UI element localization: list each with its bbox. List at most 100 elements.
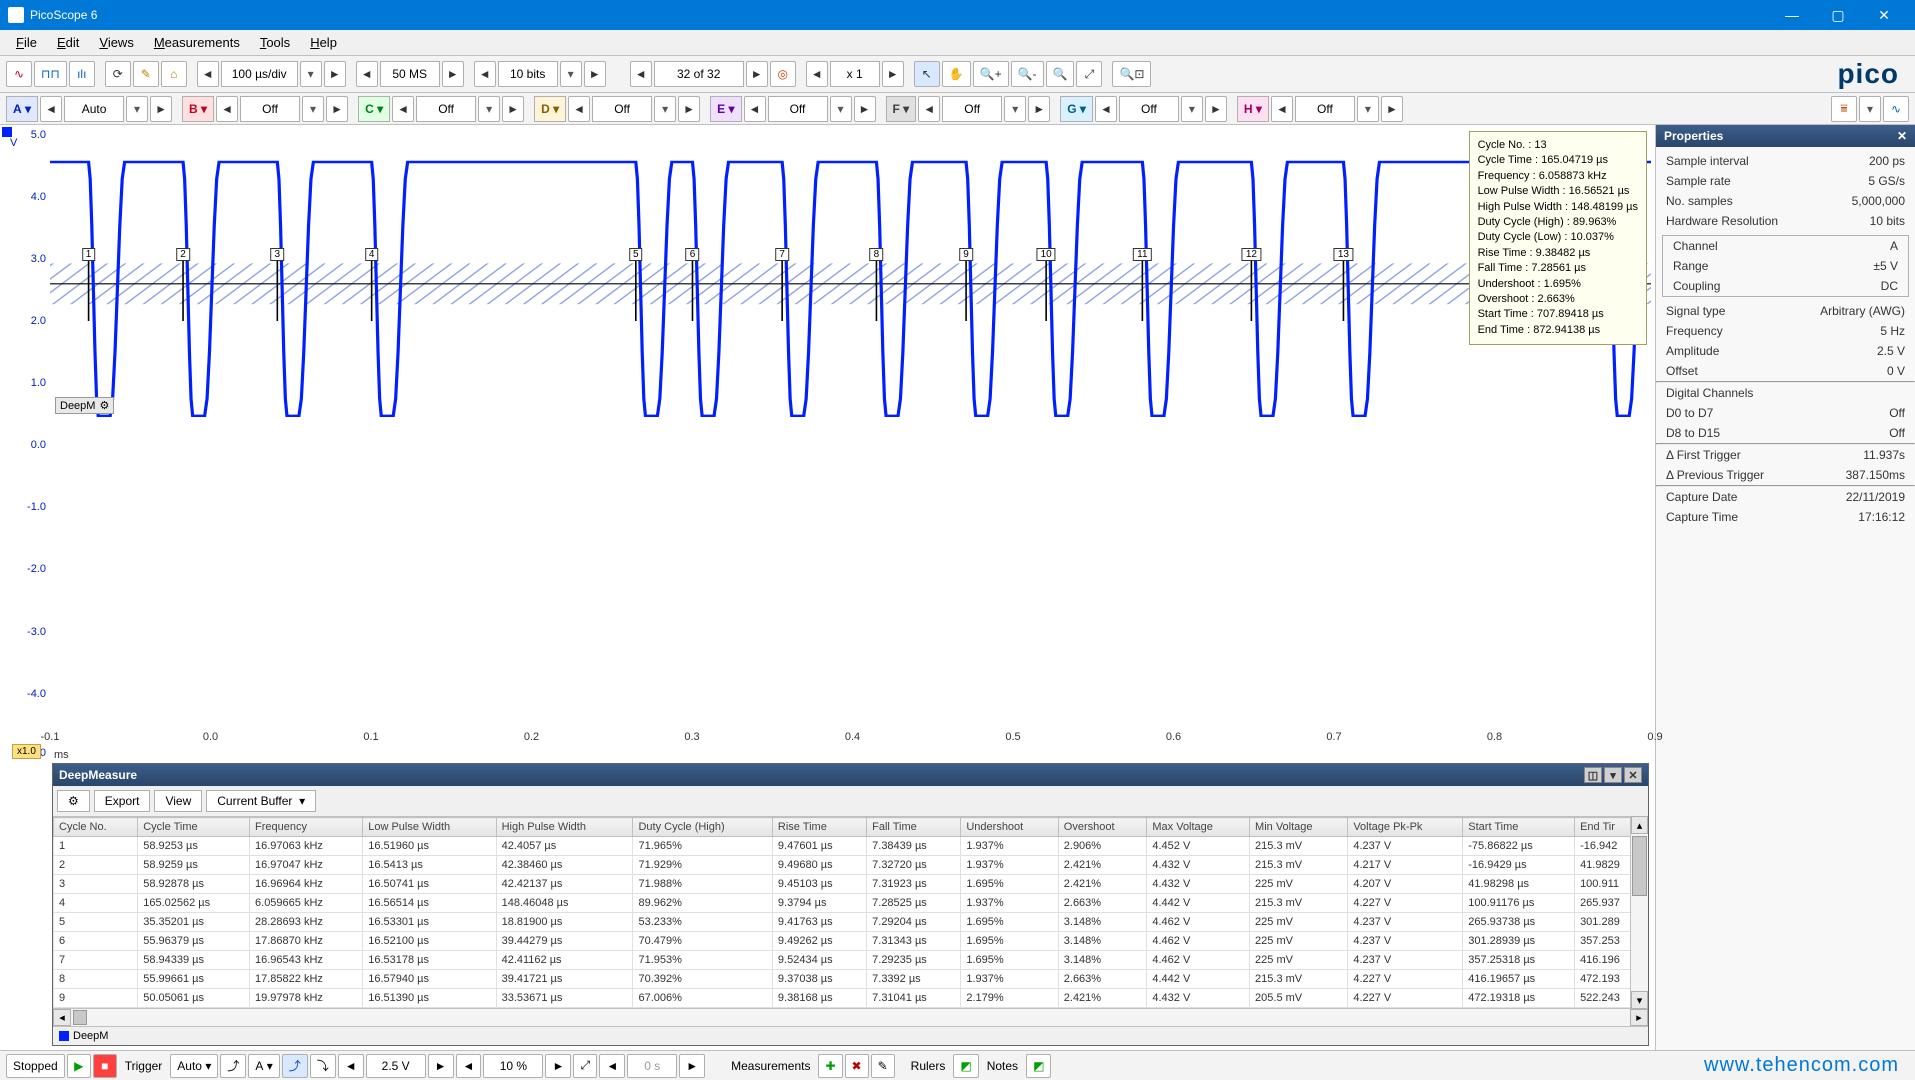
trigger-mode[interactable]: Auto ▾ xyxy=(170,1054,218,1078)
zoomrect-icon[interactable]: 🔍 xyxy=(1046,61,1075,87)
zoom-next[interactable]: ► xyxy=(882,61,904,87)
timediv-dropdown[interactable]: ▾ xyxy=(300,61,322,87)
column-header[interactable]: Voltage Pk-Pk xyxy=(1348,818,1463,837)
deepmeasure-table-wrap[interactable]: Cycle No.Cycle TimeFrequencyLow Pulse Wi… xyxy=(53,817,1648,1008)
hand-icon[interactable]: ✋ xyxy=(942,61,971,87)
channel-C-label[interactable]: C ▾ xyxy=(358,96,390,122)
channel-C-next[interactable]: ► xyxy=(502,96,524,122)
deepmeasure-export-button[interactable]: Export xyxy=(94,790,151,812)
channel-F-label[interactable]: F ▾ xyxy=(886,96,917,122)
channel-G-next[interactable]: ► xyxy=(1205,96,1227,122)
gear-icon[interactable]: ⚙ xyxy=(99,399,109,412)
deepmeasure-hscroll[interactable]: ◂ ▸ xyxy=(53,1008,1648,1026)
channel-E-next[interactable]: ► xyxy=(854,96,876,122)
timediv-value[interactable]: 100 µs/div xyxy=(221,61,298,87)
channel-H-range[interactable]: Off xyxy=(1295,96,1355,122)
samples-next[interactable]: ► xyxy=(442,61,464,87)
deepmeasure-settings-icon[interactable]: ⚙ xyxy=(57,790,90,812)
pointer-icon[interactable]: ↖ xyxy=(914,61,940,87)
channel-H-prev[interactable]: ◄ xyxy=(1271,96,1293,122)
measurements-add-icon[interactable]: ✚ xyxy=(818,1054,842,1078)
close-button[interactable]: ✕ xyxy=(1861,0,1907,30)
properties-close-icon[interactable]: ✕ xyxy=(1897,129,1907,143)
column-header[interactable]: Undershoot xyxy=(961,818,1058,837)
channel-F-dropdown[interactable]: ▾ xyxy=(1004,96,1026,122)
bits-dropdown[interactable]: ▾ xyxy=(560,61,582,87)
digital-setup-icon[interactable]: ⩸ xyxy=(1831,96,1857,122)
channel-D-next[interactable]: ► xyxy=(678,96,700,122)
deepm-badge[interactable]: DeepM ⚙ xyxy=(55,397,114,414)
buffer-list-icon[interactable]: ◎ xyxy=(770,61,796,87)
delay-next[interactable]: ► xyxy=(679,1054,705,1078)
zoom-value[interactable]: x 1 xyxy=(830,61,880,87)
channel-C-prev[interactable]: ◄ xyxy=(392,96,414,122)
home-icon[interactable]: ⌂ xyxy=(161,61,187,87)
channel-B-dropdown[interactable]: ▾ xyxy=(302,96,324,122)
persistence-mode-icon[interactable]: ⊓⊓ xyxy=(34,61,67,87)
trigger-level-next[interactable]: ► xyxy=(428,1054,454,1078)
measurements-edit-icon[interactable]: ✎ xyxy=(871,1054,895,1078)
buffer-value[interactable]: 32 of 32 xyxy=(654,61,744,87)
column-header[interactable]: Start Time xyxy=(1463,818,1575,837)
channel-E-range[interactable]: Off xyxy=(768,96,828,122)
trigger-channel[interactable]: A ▾ xyxy=(248,1054,279,1078)
awg-icon[interactable]: ∿ xyxy=(1883,96,1909,122)
channel-B-label[interactable]: B ▾ xyxy=(182,96,214,122)
timediv-next[interactable]: ► xyxy=(324,61,346,87)
sig-gen-icon[interactable]: ⟳ xyxy=(105,61,131,87)
trigger-edge-falling-icon[interactable]: ⤵ xyxy=(310,1054,336,1078)
trigger-edge-rising-icon[interactable]: ⤴ xyxy=(282,1054,308,1078)
channel-C-range[interactable]: Off xyxy=(416,96,476,122)
deepmeasure-vscroll[interactable]: ▴ ▾ xyxy=(1630,816,1648,1009)
table-row[interactable]: 950.05061 µs19.97978 kHz16.51390 µs33.53… xyxy=(54,989,1648,1008)
measurements-remove-icon[interactable]: ✖ xyxy=(845,1054,869,1078)
deepmeasure-minimize-icon[interactable]: ▾ xyxy=(1604,767,1622,783)
scope-mode-icon[interactable]: ∿ xyxy=(6,61,32,87)
pretrig-next[interactable]: ► xyxy=(545,1054,571,1078)
trigger-tools-icon[interactable]: ⤢ xyxy=(573,1054,597,1078)
channel-C-dropdown[interactable]: ▾ xyxy=(478,96,500,122)
deepmeasure-view-button[interactable]: View xyxy=(154,790,202,812)
table-row[interactable]: 655.96379 µs17.86870 kHz16.52100 µs39.44… xyxy=(54,932,1648,951)
rulers-icon[interactable]: ◩ xyxy=(953,1054,978,1078)
column-header[interactable]: Cycle Time xyxy=(138,818,250,837)
channel-B-prev[interactable]: ◄ xyxy=(216,96,238,122)
channel-E-dropdown[interactable]: ▾ xyxy=(830,96,852,122)
deepmeasure-close-icon[interactable]: ✕ xyxy=(1624,767,1642,783)
menu-edit[interactable]: Edit xyxy=(47,32,89,53)
menu-measurements[interactable]: Measurements xyxy=(144,32,250,53)
column-header[interactable]: Frequency xyxy=(250,818,363,837)
buffer-prev[interactable]: ◄ xyxy=(630,61,652,87)
column-header[interactable]: Max Voltage xyxy=(1147,818,1250,837)
scroll-right-icon[interactable]: ▸ xyxy=(1630,1009,1648,1026)
channel-B-next[interactable]: ► xyxy=(326,96,348,122)
notes-icon[interactable]: ◩ xyxy=(1026,1054,1051,1078)
run-button[interactable]: ▶ xyxy=(67,1054,91,1078)
table-row[interactable]: 535.35201 µs28.28693 kHz16.53301 µs18.81… xyxy=(54,913,1648,932)
scroll-down-icon[interactable]: ▾ xyxy=(1631,991,1648,1009)
samples-value[interactable]: 50 MS xyxy=(380,61,440,87)
menu-help[interactable]: Help xyxy=(300,32,347,53)
samples-prev[interactable]: ◄ xyxy=(356,61,378,87)
channel-D-prev[interactable]: ◄ xyxy=(568,96,590,122)
channel-A-dropdown[interactable]: ▾ xyxy=(126,96,148,122)
run-state[interactable]: Stopped xyxy=(6,1054,65,1078)
channel-G-label[interactable]: G ▾ xyxy=(1060,96,1093,122)
menu-tools[interactable]: Tools xyxy=(250,32,300,53)
channel-E-prev[interactable]: ◄ xyxy=(744,96,766,122)
delay-value[interactable]: 0 s xyxy=(627,1054,677,1078)
pretrig-prev[interactable]: ◄ xyxy=(456,1054,482,1078)
channel-F-prev[interactable]: ◄ xyxy=(918,96,940,122)
channel-B-range[interactable]: Off xyxy=(240,96,300,122)
column-header[interactable]: Overshoot xyxy=(1058,818,1147,837)
column-header[interactable]: High Pulse Width xyxy=(496,818,633,837)
bits-value[interactable]: 10 bits xyxy=(498,61,558,87)
zoomall-icon[interactable]: 🔍⊡ xyxy=(1112,61,1151,87)
channel-E-label[interactable]: E ▾ xyxy=(710,96,741,122)
pretrig-value[interactable]: 10 % xyxy=(483,1054,543,1078)
autosetup-icon[interactable]: ✎ xyxy=(133,61,159,87)
zoomin-icon[interactable]: 🔍+ xyxy=(973,61,1009,87)
zoomfit-icon[interactable]: ⤢ xyxy=(1076,61,1102,87)
table-row[interactable]: 258.9259 µs16.97047 kHz16.5413 µs42.3846… xyxy=(54,856,1648,875)
timediv-prev[interactable]: ◄ xyxy=(197,61,219,87)
